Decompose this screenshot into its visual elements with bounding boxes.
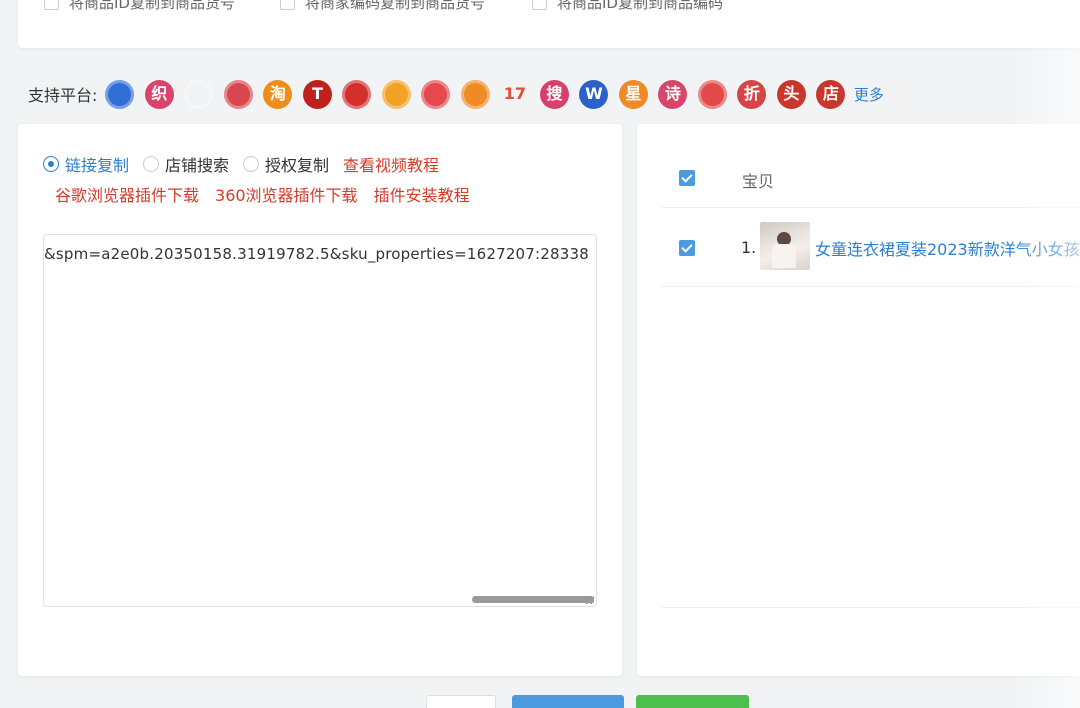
- platform-w-icon[interactable]: W: [579, 79, 609, 109]
- url-textarea[interactable]: &spm=a2e0b.20350158.31919782.5&sku_prope…: [43, 234, 597, 607]
- row-index: 1.: [741, 238, 757, 257]
- platform-tou-icon[interactable]: 头: [776, 79, 806, 109]
- platform-sou-icon[interactable]: 搜: [539, 79, 569, 109]
- start-copy-button[interactable]: [512, 695, 624, 708]
- thumbnail-figure-dress: [772, 244, 796, 268]
- platform-17-icon[interactable]: 17: [500, 80, 529, 109]
- checkbox[interactable]: [44, 0, 59, 10]
- product-thumbnail: [760, 222, 810, 270]
- platform-knot-icon[interactable]: [223, 79, 253, 109]
- plugin-links: 谷歌浏览器插件下载 360浏览器插件下载 插件安装教程: [55, 182, 470, 206]
- platform-icon-list: 织 淘 T 17 搜 W 星诗 折头店: [105, 79, 856, 109]
- radio-label: 授权复制: [265, 156, 330, 175]
- platforms-label: 支持平台:: [28, 86, 98, 105]
- copy-options-card: 将商品ID复制到商品货号 将商家编码复制到商品货号 将商品ID复制到商品编码: [18, 0, 1080, 48]
- header-divider: [662, 207, 1080, 208]
- radio-shop-search[interactable]: 店铺搜索: [143, 152, 229, 176]
- checkbox[interactable]: [532, 0, 547, 10]
- 360-plugin-download-link[interactable]: 360浏览器插件下载: [215, 182, 358, 206]
- product-title-link[interactable]: 女童连衣裙夏装2023新款洋气小女孩: [815, 236, 1080, 260]
- reset-button[interactable]: [426, 695, 496, 708]
- platform-xing-icon[interactable]: 星: [618, 79, 648, 109]
- platform-bird-icon[interactable]: [342, 79, 372, 109]
- radio-dot[interactable]: [143, 156, 160, 172]
- platform-zhe-icon[interactable]: 折: [737, 79, 767, 109]
- chrome-plugin-download-link[interactable]: 谷歌浏览器插件下载: [55, 182, 199, 206]
- option-label: 将商品ID复制到商品编码: [557, 0, 723, 12]
- row-divider: [662, 286, 1080, 287]
- plugin-install-tutorial-link[interactable]: 插件安装教程: [374, 182, 470, 206]
- copy-merchant-code-option[interactable]: 将商家编码复制到商品货号: [280, 0, 485, 13]
- product-list-panel: 宝贝 1. 女童连衣裙夏装2023新款洋气小女孩: [637, 124, 1080, 676]
- radio-dot[interactable]: [43, 156, 59, 172]
- horizontal-scrollbar[interactable]: [472, 596, 594, 603]
- copy-mode-radios: 链接复制 店铺搜索 授权复制 查看视频教程: [43, 152, 439, 176]
- platform-zhi-icon[interactable]: 织: [144, 79, 174, 109]
- platform-pinduoduo-icon[interactable]: [421, 79, 451, 109]
- platform-flame-icon[interactable]: [184, 80, 213, 109]
- platform-shi-icon[interactable]: 诗: [658, 79, 688, 109]
- platform-tmall-icon[interactable]: T: [302, 79, 332, 109]
- checkbox[interactable]: [280, 0, 295, 10]
- radio-dot[interactable]: [243, 156, 260, 172]
- batch-copy-button[interactable]: [636, 695, 749, 708]
- radio-label: 店铺搜索: [165, 156, 230, 175]
- radio-link-copy[interactable]: 链接复制: [43, 152, 129, 176]
- resize-handle-icon[interactable]: [586, 596, 594, 604]
- video-tutorial-link[interactable]: 查看视频教程: [343, 152, 439, 176]
- platform-taobao-icon[interactable]: 淘: [263, 79, 293, 109]
- link-copy-panel: 链接复制 店铺搜索 授权复制 查看视频教程 谷歌浏览器插件下载 360浏览器插件…: [18, 124, 622, 676]
- platform-dang-icon[interactable]: [697, 79, 727, 109]
- platform-lion-icon[interactable]: [381, 79, 411, 109]
- url-textarea-value: &spm=a2e0b.20350158.31919782.5&sku_prope…: [44, 245, 590, 263]
- product-column-header: 宝贝: [742, 172, 775, 191]
- more-platforms-link[interactable]: 更多: [854, 84, 884, 105]
- platform-dian-icon[interactable]: 店: [816, 79, 846, 109]
- option-label: 将商家编码复制到商品货号: [305, 0, 486, 12]
- copy-id-to-sku-option[interactable]: 将商品ID复制到商品货号: [44, 0, 235, 13]
- supported-platforms: 支持平台: 织 淘 T 17 搜 W 星诗 折头店 更多: [28, 76, 884, 112]
- radio-label: 链接复制: [65, 156, 130, 175]
- platform-1688-icon[interactable]: [105, 79, 135, 109]
- option-label: 将商品ID复制到商品货号: [69, 0, 235, 12]
- platform-swirl-icon[interactable]: [460, 79, 490, 109]
- radio-auth-copy[interactable]: 授权复制: [243, 152, 329, 176]
- table-bottom-divider: [662, 607, 1080, 608]
- select-all-checkbox[interactable]: [679, 170, 695, 186]
- copy-id-to-code-option[interactable]: 将商品ID复制到商品编码: [532, 0, 723, 13]
- row-checkbox[interactable]: [679, 240, 695, 256]
